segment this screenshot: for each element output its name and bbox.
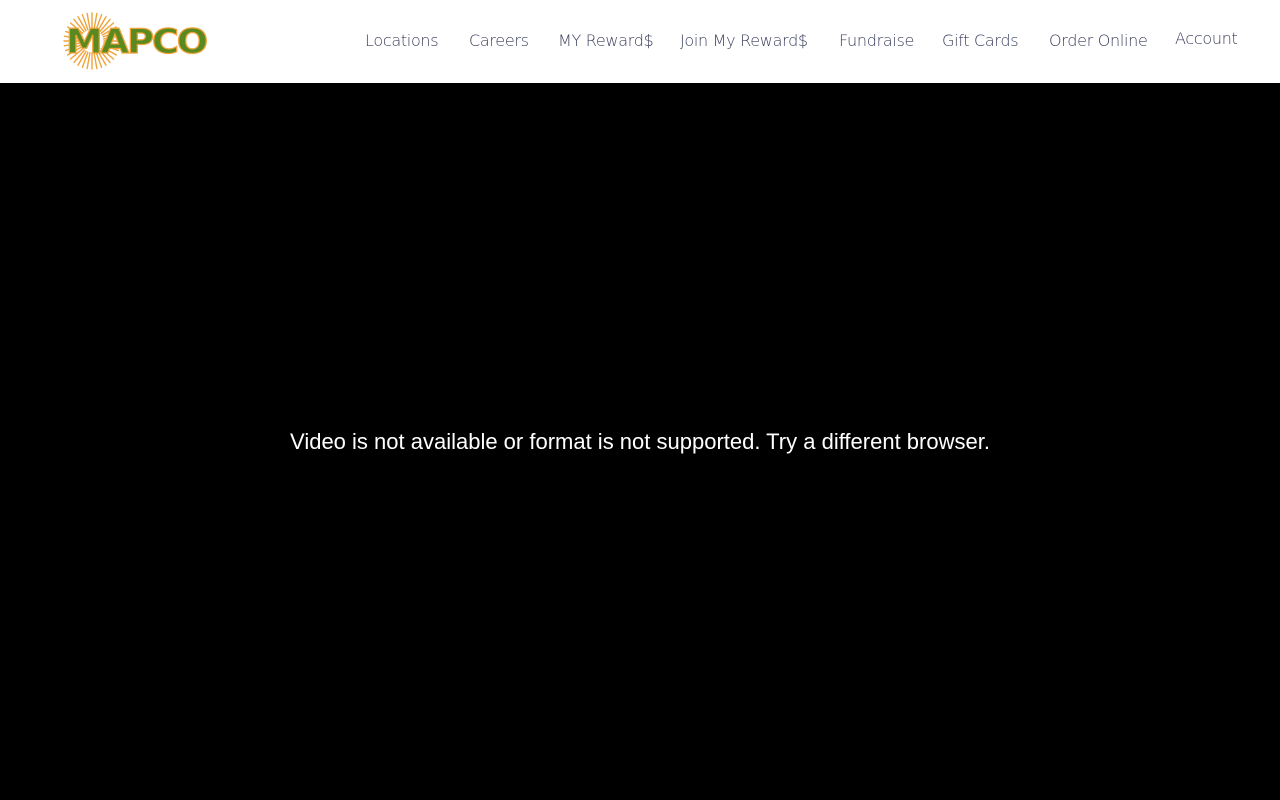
nav-item-join-my-rewards[interactable]: Join My Reward$ xyxy=(680,31,808,51)
nav-item-my-rewards[interactable]: MY Reward$ xyxy=(558,31,654,51)
nav-item-gift-cards[interactable]: Gift Cards xyxy=(942,31,1019,51)
nav-item-careers[interactable]: Careers xyxy=(469,31,529,51)
video-error-message: Video is not available or format is not … xyxy=(290,429,990,454)
mapco-logo[interactable]: MAPCO xyxy=(56,11,210,71)
svg-text:MAPCO: MAPCO xyxy=(66,22,207,62)
site-header: MAPCO Locations Careers MY Reward$ Join … xyxy=(0,0,1280,83)
sunburst-icon: MAPCO xyxy=(63,12,210,70)
video-player[interactable]: Video is not available or format is not … xyxy=(0,83,1280,800)
nav-item-fundraise[interactable]: Fundraise xyxy=(839,31,914,51)
nav-item-order-online[interactable]: Order Online xyxy=(1049,31,1148,51)
nav-item-account[interactable]: Account xyxy=(1175,29,1238,49)
nav-item-locations[interactable]: Locations xyxy=(365,31,439,51)
